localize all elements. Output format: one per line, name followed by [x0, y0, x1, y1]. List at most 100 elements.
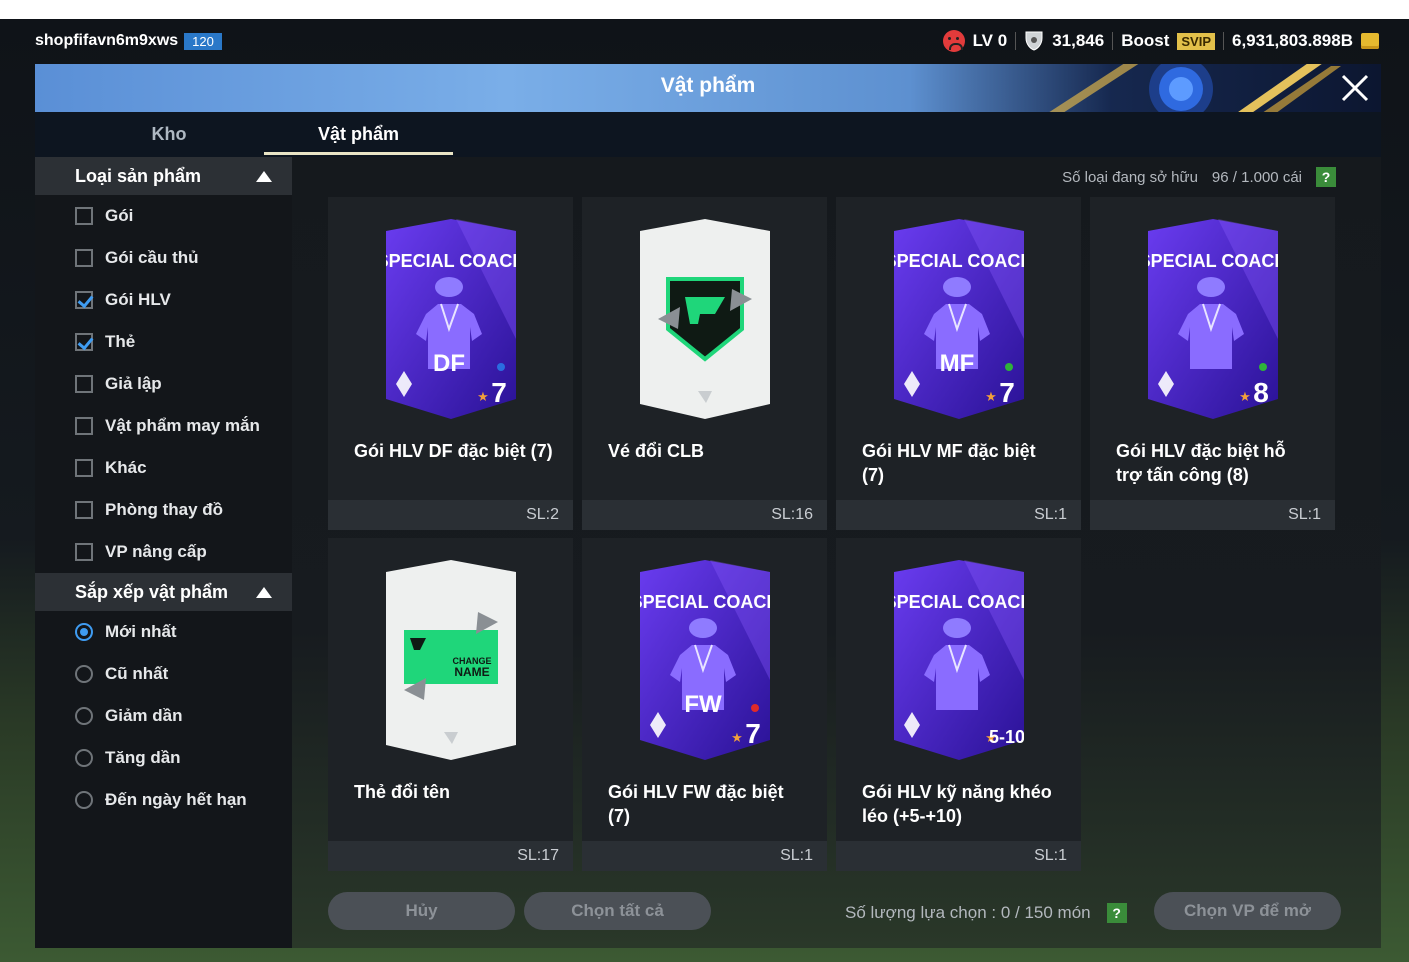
- filter-option[interactable]: Khác: [35, 447, 292, 489]
- owned-value: 96 / 1.000 cái: [1211, 168, 1302, 186]
- divider: [1112, 32, 1114, 50]
- tab-vat-pham[interactable]: Vật phẩm: [264, 112, 453, 157]
- sort-option[interactable]: Mới nhất: [35, 611, 292, 653]
- filter-option-label: Phòng thay đồ: [105, 500, 224, 519]
- filter-option[interactable]: Gói: [35, 195, 292, 237]
- boost-label: Boost: [1121, 31, 1170, 50]
- selection-count: Số lượng lựa chọn : 0 / 150 món ?: [845, 903, 1127, 923]
- rename-card-icon: CHANGE NAME: [386, 560, 516, 760]
- sort-option-label: Tăng dần: [105, 748, 181, 767]
- help-icon[interactable]: ?: [1316, 167, 1336, 187]
- radio-icon[interactable]: [75, 665, 93, 683]
- filter-option[interactable]: Gói HLV: [35, 279, 292, 321]
- filter-sidebar: Loại sản phẩm Gói Gói cầu thủ Gói HLV Thẻ Gi…: [35, 157, 292, 948]
- grade-label: 5-10: [989, 727, 1024, 747]
- close-icon[interactable]: [1339, 72, 1371, 104]
- radio-icon[interactable]: [75, 791, 93, 809]
- item-card[interactable]: SPECIAL COACH ★ 8 Gói HLV đặc biệt hỗ tr…: [1090, 197, 1335, 530]
- filter-option-label: Vật phẩm may mắn: [105, 416, 260, 435]
- item-card[interactable]: SPECIAL COACH MF ★ 7 Gói HLV MF đặc biệt…: [836, 197, 1081, 530]
- position-label: FW: [684, 691, 722, 718]
- sort-option-label: Cũ nhất: [105, 664, 169, 683]
- sort-title: Sắp xếp vật phẩm: [75, 581, 229, 602]
- item-card[interactable]: SPECIAL COACH FW ★ 7 Gói HLV FW đặc biệt…: [582, 538, 827, 871]
- item-grid-area: Số loại đang sở hữu 96 / 1.000 cái ? SPE…: [292, 157, 1381, 948]
- checkbox-icon[interactable]: [75, 207, 93, 225]
- item-quantity: SL:1: [836, 841, 1081, 871]
- grade-label: 7: [491, 377, 507, 408]
- filter-option-label: Gói HLV: [105, 290, 171, 309]
- item-quantity: SL:1: [1090, 500, 1335, 530]
- sort-option[interactable]: Giảm dần: [35, 695, 292, 737]
- tab-kho[interactable]: Kho: [35, 112, 303, 157]
- window-header: Vật phẩm: [35, 64, 1381, 112]
- coach-pack-icon: SPECIAL COACH DF ★ 7: [377, 219, 525, 419]
- item-card[interactable]: CHANGE NAME Thẻ đổi tên SL:17: [328, 538, 573, 871]
- coach-pack-icon: SPECIAL COACH FW ★ 7: [631, 560, 779, 760]
- sort-option-label: Đến ngày hết hạn: [105, 790, 247, 809]
- filter-option-label: Giả lập: [105, 374, 162, 393]
- sort-option[interactable]: Tăng dần: [35, 737, 292, 779]
- filter-option[interactable]: Gói cầu thủ: [35, 237, 292, 279]
- filter-option[interactable]: Vật phẩm may mắn: [35, 405, 292, 447]
- checkbox-icon[interactable]: [75, 501, 93, 519]
- filter-option-label: Gói cầu thủ: [105, 248, 199, 267]
- collapse-arrow-icon[interactable]: [256, 586, 272, 598]
- sort-options: Mới nhất Cũ nhất Giảm dần Tăng dần Đến ngày …: [35, 611, 292, 821]
- item-name: Gói HLV DF đặc biệt (7): [354, 441, 553, 461]
- item-card[interactable]: SPECIAL COACH DF ★ 7 Gói HLV DF đặc biệt…: [328, 197, 573, 530]
- select-all-button[interactable]: Chọn tất cả: [524, 892, 711, 930]
- shield-icon: [1025, 31, 1043, 51]
- card-banner: SPECIAL COACH: [640, 592, 770, 612]
- radio-icon[interactable]: [75, 749, 93, 767]
- card-banner: SPECIAL COACH: [386, 251, 516, 271]
- user-level-badge: 120: [184, 32, 222, 50]
- item-name: Gói HLV FW đặc biệt (7): [608, 782, 784, 826]
- tab-bar: Kho Vật phẩm: [35, 112, 1381, 157]
- coach-pack-icon: SPECIAL COACH ★ 5-10: [885, 560, 1033, 760]
- checkbox-icon[interactable]: [75, 333, 93, 351]
- divider: [1223, 32, 1224, 50]
- item-name: Gói HLV MF đặc biệt (7): [862, 441, 1036, 485]
- checkbox-icon[interactable]: [75, 249, 93, 267]
- card-banner: SPECIAL COACH: [1148, 251, 1278, 271]
- item-card[interactable]: SPECIAL COACH ★ 5-10 Gói HLV kỹ năng khé…: [836, 538, 1081, 871]
- sort-section-header[interactable]: Sắp xếp vật phẩm: [35, 573, 292, 611]
- filter-option[interactable]: Giả lập: [35, 363, 292, 405]
- item-name: Vé đổi CLB: [608, 441, 705, 461]
- item-card[interactable]: Vé đổi CLB SL:16: [582, 197, 827, 530]
- position-label: DF: [433, 350, 465, 377]
- lv-label: LV 0: [972, 31, 1008, 50]
- filter-section-header[interactable]: Loại sản phẩm: [35, 157, 292, 195]
- selection-label: Số lượng lựa chọn : 0 / 150 món: [845, 903, 1091, 922]
- open-selected-button[interactable]: Chọn VP để mở: [1154, 892, 1341, 930]
- item-quantity: SL:2: [328, 500, 573, 530]
- item-quantity: SL:1: [836, 500, 1081, 530]
- filter-option-label: Gói: [105, 206, 134, 225]
- cancel-button[interactable]: Hủy: [328, 892, 515, 930]
- coin-icon: [1361, 33, 1379, 49]
- svg-text:★: ★: [731, 730, 743, 745]
- filter-title: Loại sản phẩm: [75, 165, 202, 186]
- collapse-arrow-icon[interactable]: [256, 170, 272, 182]
- filter-option[interactable]: Thẻ: [35, 321, 292, 363]
- checkbox-icon[interactable]: [75, 291, 93, 309]
- filter-option[interactable]: Phòng thay đồ: [35, 489, 292, 531]
- window-title: Vật phẩm: [660, 74, 756, 97]
- checkbox-icon[interactable]: [75, 543, 93, 561]
- item-quantity: SL:17: [328, 841, 573, 871]
- radio-icon[interactable]: [75, 707, 93, 725]
- checkbox-icon[interactable]: [75, 375, 93, 393]
- status-bar: shopfifavn6m9xws 120 LV 0 31,846 Boost S…: [0, 19, 1409, 64]
- sort-option[interactable]: Đến ngày hết hạn: [35, 779, 292, 821]
- help-icon[interactable]: ?: [1106, 903, 1127, 923]
- checkbox-icon[interactable]: [75, 417, 93, 435]
- tag-name: NAME: [454, 665, 489, 679]
- position-label: MF: [940, 350, 975, 377]
- filter-option-label: Thẻ: [105, 332, 136, 351]
- filter-option[interactable]: VP nâng cấp: [35, 531, 292, 573]
- filter-option-label: VP nâng cấp: [105, 542, 207, 561]
- radio-icon[interactable]: [75, 623, 93, 641]
- checkbox-icon[interactable]: [75, 459, 93, 477]
- sort-option[interactable]: Cũ nhất: [35, 653, 292, 695]
